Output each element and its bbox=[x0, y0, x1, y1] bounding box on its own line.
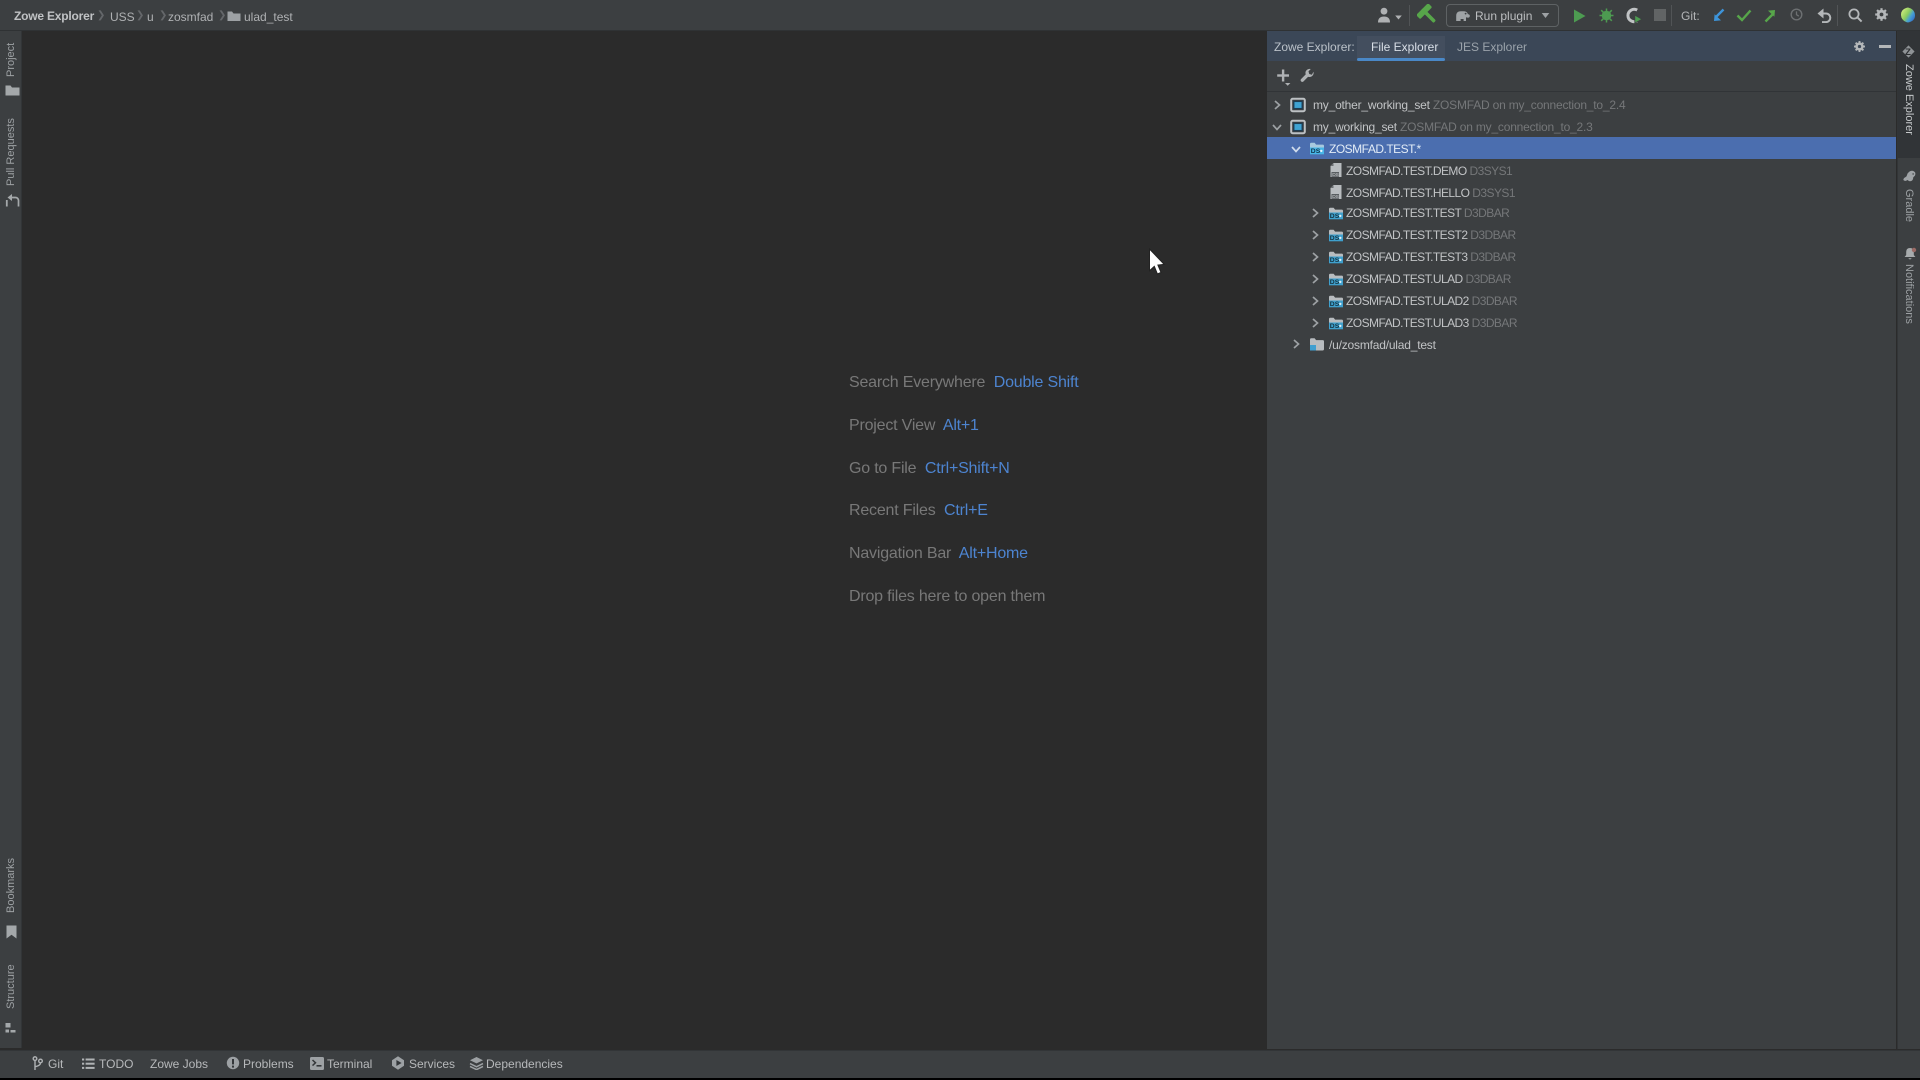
svg-text:DS: DS bbox=[1330, 213, 1340, 220]
svg-text:DS: DS bbox=[1330, 279, 1340, 286]
svg-text:DS: DS bbox=[1330, 301, 1340, 308]
svg-text:DS: DS bbox=[1330, 257, 1340, 264]
svg-text:Z: Z bbox=[1905, 47, 1911, 58]
svg-text:DS: DS bbox=[1332, 172, 1339, 178]
svg-text:DS: DS bbox=[1330, 323, 1340, 330]
svg-text:DS: DS bbox=[1311, 148, 1321, 155]
svg-text:DS: DS bbox=[1332, 194, 1339, 200]
svg-text:DS: DS bbox=[1330, 235, 1340, 242]
